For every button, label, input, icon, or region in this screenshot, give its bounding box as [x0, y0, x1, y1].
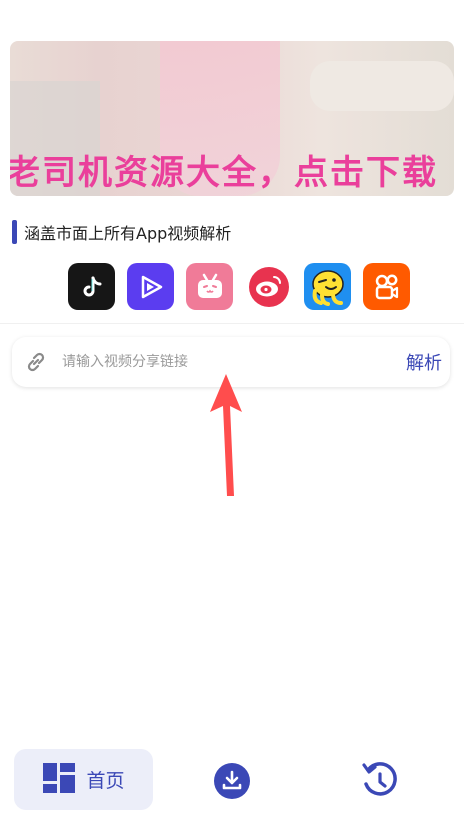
weibo-icon[interactable]	[245, 263, 292, 310]
tab-home-label: 首页	[86, 770, 125, 792]
dashboard-icon	[42, 762, 76, 798]
banner-text: 老司机资源大全，点击下载	[10, 153, 438, 193]
divider	[0, 323, 464, 324]
video-play-icon[interactable]	[127, 263, 174, 310]
bottom-tab-bar: 首页	[0, 742, 464, 825]
history-icon	[362, 762, 397, 796]
guide-arrow-icon	[208, 372, 244, 502]
link-icon	[20, 346, 52, 378]
section-accent-bar	[12, 220, 17, 244]
download-icon	[214, 763, 250, 799]
tab-history[interactable]	[361, 760, 399, 804]
kuaishou-icon[interactable]	[363, 263, 410, 310]
bilibili-icon[interactable]	[186, 263, 233, 310]
section-header: 涵盖市面上所有App视频解析	[12, 220, 231, 244]
tab-home[interactable]: 首页	[14, 749, 153, 810]
promo-banner[interactable]: 老司机资源大全，点击下载	[10, 41, 454, 196]
section-title: 涵盖市面上所有App视频解析	[24, 224, 232, 243]
parse-button[interactable]: 解析	[406, 349, 442, 375]
video-link-input[interactable]	[60, 353, 406, 371]
tiktok-icon[interactable]	[68, 263, 115, 310]
pipixia-icon[interactable]	[304, 263, 351, 310]
tab-downloads[interactable]	[213, 762, 251, 804]
banner-decoration	[310, 61, 454, 111]
supported-apps-row	[68, 263, 410, 310]
